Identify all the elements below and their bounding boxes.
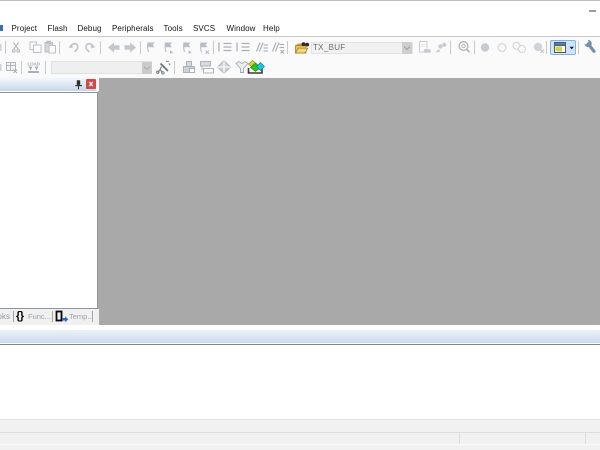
svg-text:LOAD: LOAD: [28, 62, 41, 67]
